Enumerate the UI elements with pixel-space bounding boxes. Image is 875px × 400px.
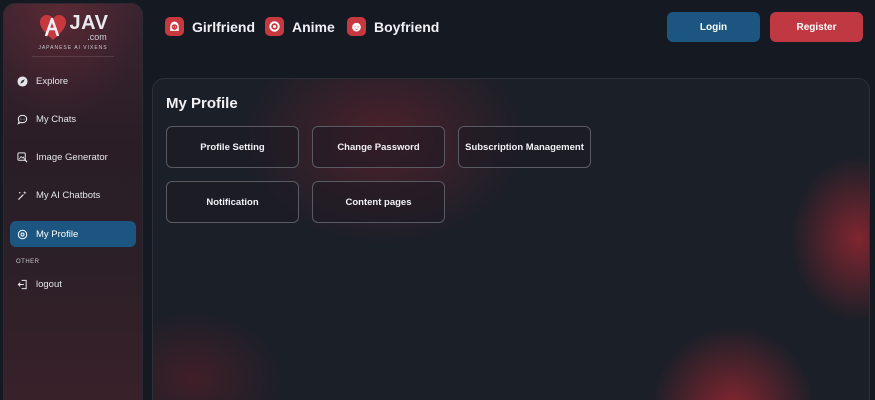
sidebar-nav: Explore My Chats Image Generator My AI C… <box>4 60 142 297</box>
topbar: Girlfriend Anime Boyfriend Login Registe… <box>150 0 875 56</box>
sidebar-item-label: My Chats <box>36 113 77 125</box>
boy-face-icon <box>347 17 366 36</box>
logo-title: JAV <box>69 12 109 34</box>
category-label: Anime <box>292 18 335 35</box>
logo-mark: JAV .com <box>38 13 109 42</box>
profile-setting-card[interactable]: Profile Setting <box>166 126 299 168</box>
compass-icon <box>16 75 28 87</box>
sidebar: JAV .com JAPANESE AI VIXENS Explore My C… <box>3 3 143 400</box>
sidebar-item-label: Image Generator <box>36 152 108 164</box>
sidebar-item-image-generator[interactable]: Image Generator <box>10 145 136 171</box>
sidebar-item-label: My AI Chatbots <box>36 190 101 202</box>
chatbot-wand-icon <box>16 190 28 202</box>
sidebar-item-my-chats[interactable]: My Chats <box>10 106 136 132</box>
profile-settings-icon <box>16 228 28 240</box>
sidebar-item-logout[interactable]: logout <box>10 271 136 297</box>
logo-com: .com <box>87 32 107 42</box>
change-password-card[interactable]: Change Password <box>312 126 445 168</box>
sidebar-item-explore[interactable]: Explore <box>10 68 136 94</box>
profile-panel: My Profile Profile Setting Change Passwo… <box>152 78 870 400</box>
page-title: My Profile <box>166 95 238 112</box>
category-girlfriend[interactable]: Girlfriend <box>165 17 255 36</box>
logout-icon <box>16 278 28 290</box>
anime-icon <box>265 17 284 36</box>
subscription-management-card[interactable]: Subscription Management <box>458 126 591 168</box>
app-root: JAV .com JAPANESE AI VIXENS Explore My C… <box>0 0 875 400</box>
sidebar-item-label: logout <box>36 278 62 290</box>
category-label: Girlfriend <box>192 18 256 35</box>
girl-face-icon <box>165 17 184 36</box>
sidebar-item-my-profile[interactable]: My Profile <box>10 221 136 248</box>
login-button[interactable]: Login <box>667 12 760 42</box>
register-button[interactable]: Register <box>770 12 863 42</box>
chat-bubble-icon <box>16 113 28 125</box>
logo[interactable]: JAV .com JAPANESE AI VIXENS <box>4 4 142 60</box>
sidebar-item-my-ai-chatbots[interactable]: My AI Chatbots <box>10 183 136 209</box>
category-anime[interactable]: Anime <box>265 17 335 36</box>
notification-card[interactable]: Notification <box>166 181 299 223</box>
sidebar-section-other: OTHER <box>16 259 40 266</box>
category-label: Boyfriend <box>374 18 440 35</box>
sidebar-item-label: My Profile <box>36 228 79 240</box>
sidebar-item-label: Explore <box>36 75 69 87</box>
logo-heart-a-icon <box>39 14 66 40</box>
category-boyfriend[interactable]: Boyfriend <box>347 17 439 36</box>
content-pages-card[interactable]: Content pages <box>312 181 445 223</box>
logo-divider <box>32 56 114 57</box>
image-generator-icon <box>16 152 28 164</box>
logo-tagline: JAPANESE AI VIXENS <box>38 45 108 51</box>
